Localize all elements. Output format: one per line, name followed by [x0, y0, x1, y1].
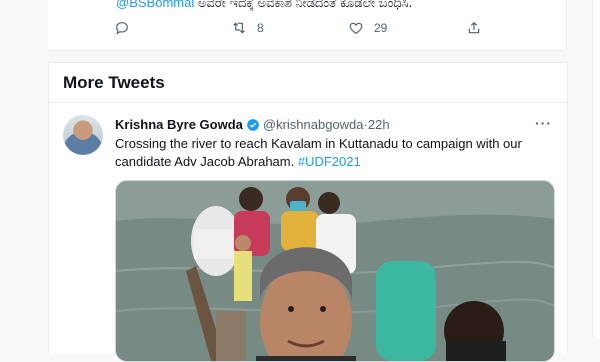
- share-icon: [468, 21, 480, 34]
- tweet-header: Krishna Byre Gowda @krishnabgowda · 22h: [115, 117, 390, 132]
- more-tweets-panel: More Tweets Krishna Byre Gowda @krishnab…: [48, 62, 568, 362]
- like-button[interactable]: 29: [348, 20, 387, 36]
- retweet-button[interactable]: 8: [231, 20, 264, 36]
- section-title: More Tweets: [63, 73, 165, 92]
- like-count: 29: [374, 21, 388, 35]
- side-panel-edge: [592, 0, 600, 338]
- reply-icon: [116, 22, 128, 35]
- more-options-icon[interactable]: ···: [535, 115, 552, 131]
- reply-button[interactable]: [114, 20, 130, 36]
- section-divider: [49, 102, 567, 103]
- tweet-photo[interactable]: [115, 180, 555, 362]
- author-handle[interactable]: @krishnabgowda: [263, 117, 364, 132]
- tweet-time[interactable]: 22h: [368, 117, 390, 132]
- retweet-icon: [233, 22, 245, 34]
- retweet-count: 8: [257, 21, 264, 35]
- author-name[interactable]: Krishna Byre Gowda: [115, 117, 243, 132]
- previous-tweet-card: @BSBommai ಅವರೇ ಇದಕ್ಕೆ ಅವಕಾಶ ನೀಡದಂತೆ ಕೂಡಲ…: [48, 0, 567, 51]
- mention-link[interactable]: @BSBommai: [116, 0, 194, 10]
- avatar[interactable]: [63, 115, 103, 155]
- tweet-actions: 8 29: [48, 20, 600, 40]
- verified-badge-icon: [247, 118, 259, 131]
- tweet-text: Crossing the river to reach Kavalam in K…: [115, 135, 535, 171]
- like-icon: [349, 22, 363, 35]
- share-button[interactable]: [466, 20, 482, 36]
- previous-tweet-body: ಅವರೇ ಇದಕ್ಕೆ ಅವಕಾಶ ನೀಡದಂತೆ ಕೂಡಲೇ ಬಂಧಿಸಿ.: [194, 0, 413, 10]
- previous-tweet-text: @BSBommai ಅವರೇ ಇದಕ್ಕೆ ಅವಕಾಶ ನೀಡದಂತೆ ಕೂಡಲ…: [116, 0, 586, 11]
- photo-illustration: [116, 181, 554, 361]
- hashtag-link[interactable]: #UDF2021: [298, 154, 361, 169]
